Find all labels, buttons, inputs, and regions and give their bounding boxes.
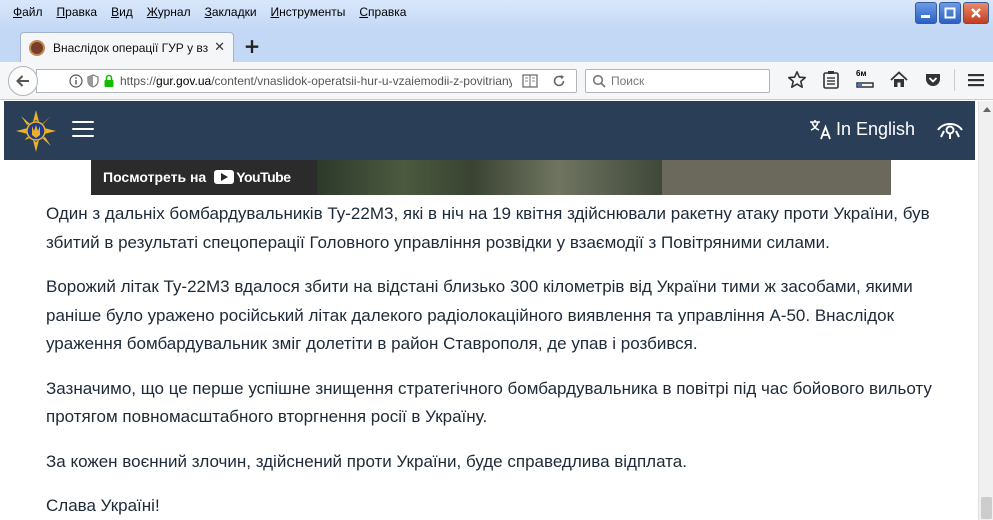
nav-bar: https://gur.gov.ua/content/vnaslidok-ope… (0, 62, 993, 100)
menu-tools[interactable]: Инструменты (264, 4, 353, 20)
reader-view-icon[interactable] (522, 74, 538, 88)
menu-bookmarks[interactable]: Закладки (198, 4, 264, 20)
bookmark-star-button[interactable] (785, 68, 809, 92)
article-paragraph: Зазначимо, що це перше успішне знищення … (46, 378, 932, 427)
article-body: Один з дальніх бомбардувальників Ту-22М3… (46, 200, 936, 520)
article-paragraph: Ворожий літак Ту-22М3 вдалося збити на в… (46, 277, 913, 353)
video-thumbnail (317, 160, 662, 195)
maximize-icon (944, 7, 956, 19)
article-paragraph: Слава Україні! (46, 496, 160, 515)
new-tab-button[interactable]: + (242, 34, 262, 58)
pocket-button[interactable] (921, 68, 945, 92)
library-button[interactable] (819, 68, 843, 92)
pocket-icon (926, 74, 940, 86)
gur-emblem-icon[interactable] (16, 110, 56, 152)
tab-strip: Внаслідок операції ГУР у вз... ✕ + (0, 30, 993, 62)
reload-icon[interactable] (552, 74, 566, 88)
url-text[interactable]: https://gur.gov.ua/content/vnaslidok-ope… (120, 74, 512, 88)
translate-icon (809, 120, 831, 140)
hamburger-line (72, 128, 94, 130)
tab-active[interactable]: Внаслідок операції ГУР у вз... ✕ (20, 32, 234, 62)
youtube-brand: YouTube (236, 169, 291, 185)
hamburger-menu-icon (968, 74, 984, 87)
toolbar-separator (954, 69, 955, 91)
menu-help[interactable]: Справка (352, 4, 413, 20)
arrow-left-icon (16, 75, 29, 87)
star-icon (788, 71, 806, 88)
home-button[interactable] (887, 68, 911, 92)
tab-title: Внаслідок операції ГУР у вз... (53, 40, 209, 55)
site-menu-button[interactable] (72, 121, 94, 139)
url-actions (512, 74, 576, 88)
youtube-video-embed[interactable]: Посмотреть на YouTube (91, 160, 891, 195)
url-bar[interactable]: https://gur.gov.ua/content/vnaslidok-ope… (36, 69, 577, 93)
home-icon (890, 71, 908, 87)
search-input[interactable] (611, 74, 761, 88)
hamburger-line (72, 135, 94, 137)
scroll-up-button[interactable] (979, 101, 993, 116)
menu-bar: Файл Правка Вид Журнал Закладки Инструме… (6, 4, 413, 20)
search-icon (592, 74, 606, 88)
toolbar: 6м (780, 68, 993, 92)
youtube-play-icon (214, 170, 235, 184)
watch-on-label: Посмотреть на (103, 169, 207, 185)
bookmarks-list-icon (823, 71, 839, 89)
menu-view[interactable]: Вид (104, 4, 140, 20)
video-frame-right (662, 160, 891, 195)
search-bar[interactable] (585, 69, 770, 93)
language-switch[interactable]: In English (808, 117, 915, 141)
window-controls (915, 2, 989, 24)
downloads-badge: 6м (856, 69, 867, 78)
menu-history[interactable]: Журнал (140, 4, 198, 20)
back-button[interactable] (8, 66, 38, 96)
maximize-button[interactable] (939, 2, 961, 24)
eye-icon (937, 123, 963, 139)
close-icon (971, 8, 981, 18)
scroll-thumb[interactable] (981, 497, 992, 519)
minimize-button[interactable] (915, 2, 937, 24)
site-favicon-icon (29, 39, 45, 56)
tab-close-icon[interactable]: ✕ (214, 40, 225, 55)
menu-edit[interactable]: Правка (50, 4, 105, 20)
watch-on-youtube-button[interactable]: Посмотреть на YouTube (103, 162, 309, 192)
accessibility-button[interactable] (937, 118, 963, 144)
chevron-up-icon (982, 106, 991, 112)
hamburger-line (72, 121, 94, 123)
minimize-icon (921, 15, 930, 18)
url-identity-icons (47, 74, 115, 88)
url-path: /content/vnaslidok-operatsii-hur-u-vzaie… (211, 74, 512, 88)
article-paragraph: Один з дальніх бомбардувальників Ту-22М3… (46, 204, 930, 252)
main-menu-button[interactable] (964, 68, 988, 92)
close-window-button[interactable] (963, 2, 989, 24)
downloads-button[interactable]: 6м (853, 68, 877, 92)
url-scheme: https:// (120, 74, 157, 88)
site-header: In English (4, 101, 975, 160)
youtube-logo: YouTube (214, 169, 291, 185)
url-host: gur.gov.ua (156, 74, 212, 88)
vertical-scrollbar[interactable] (978, 101, 993, 520)
window-titlebar: Файл Правка Вид Журнал Закладки Инструме… (0, 0, 993, 30)
article-paragraph: За кожен воєнний злочин, здійснений прот… (46, 451, 687, 471)
menu-file[interactable]: Файл (6, 4, 50, 20)
shield-icon[interactable] (87, 74, 99, 88)
page-viewport: In English Посмотреть на YouTube Один з … (0, 101, 978, 520)
language-label: In English (835, 118, 915, 139)
lock-icon[interactable] (103, 74, 115, 88)
info-icon[interactable] (69, 74, 83, 88)
